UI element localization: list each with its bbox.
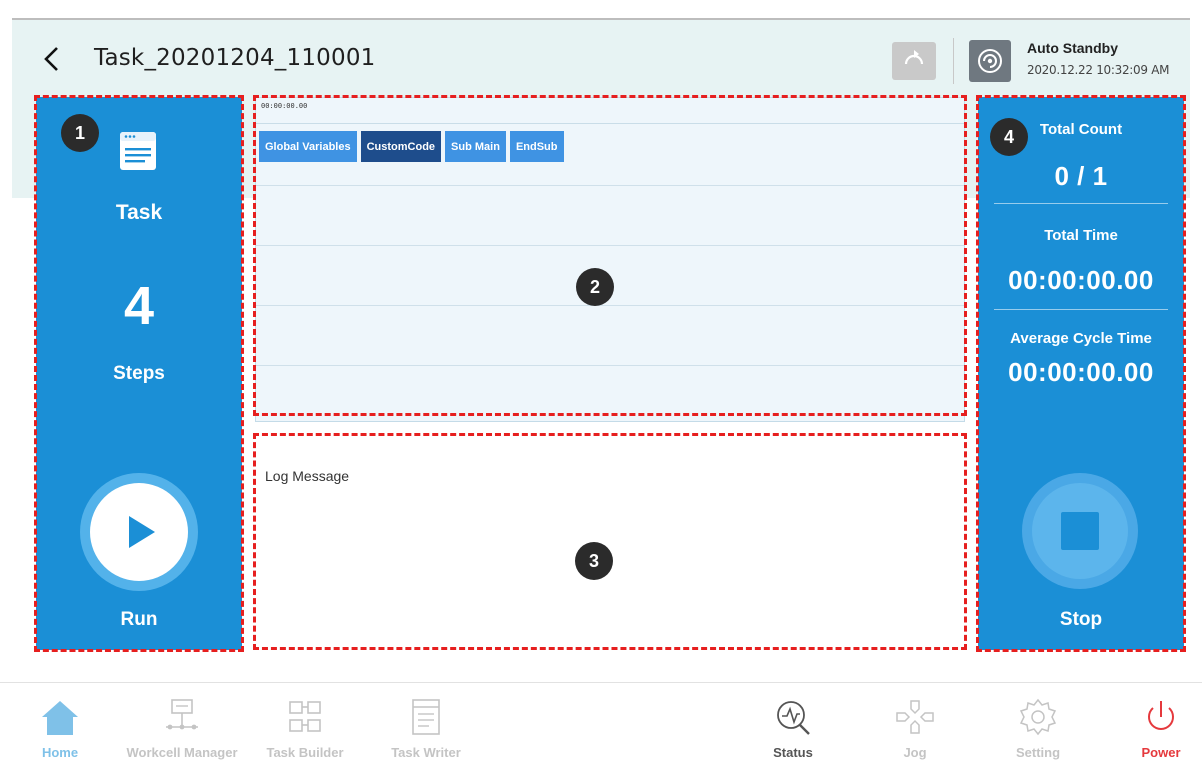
avg-cycle-label: Average Cycle Time — [1010, 330, 1152, 347]
stop-button[interactable] — [1022, 473, 1138, 589]
block-sub-main[interactable]: Sub Main — [445, 131, 506, 162]
run-button-face — [90, 483, 188, 581]
stop-label: Stop — [1059, 609, 1103, 630]
refresh-button[interactable] — [892, 42, 936, 80]
log-title: Log Message — [265, 468, 350, 484]
task-window-icon — [119, 131, 157, 171]
run-button[interactable] — [80, 473, 198, 591]
back-button[interactable] — [40, 44, 64, 74]
task-writer-icon — [412, 699, 440, 735]
callout-badge-1: 1 — [61, 114, 99, 152]
bottom-navigation: Home Workcell Manager Task Builder Task … — [0, 682, 1202, 764]
stop-icon — [1061, 512, 1099, 550]
run-label: Run — [120, 609, 158, 630]
gear-icon — [1019, 698, 1057, 736]
home-icon — [42, 701, 78, 735]
nav-setting-label: Setting — [1015, 745, 1061, 760]
steps-count: 4 — [123, 276, 155, 336]
stop-button-face — [1032, 483, 1128, 579]
nav-task-writer-label: Task Writer — [391, 745, 461, 760]
page-title: Task_20201204_110001 — [94, 45, 376, 71]
nav-power-label: Power — [1141, 745, 1181, 760]
nav-home-label: Home — [41, 745, 79, 760]
nav-setting[interactable]: Setting — [1008, 697, 1068, 760]
block-global-variables[interactable]: Global Variables — [259, 131, 357, 162]
status-icon — [777, 701, 810, 735]
timeline-ruler: 00:00:00.00 — [256, 98, 964, 124]
total-time-label: Total Time — [1044, 227, 1118, 244]
callout-badge-2: 2 — [576, 268, 614, 306]
nav-jog-label: Jog — [903, 745, 927, 760]
block-custom-code[interactable]: CustomCode — [360, 131, 442, 162]
mode-status-title: Auto Standby — [1027, 40, 1118, 56]
callout-badge-4: 4 — [990, 118, 1028, 156]
total-time-value: 00:00:00.00 — [1008, 265, 1154, 295]
stats-divider — [994, 309, 1168, 310]
task-info-panel: Task 4 Steps Run — [36, 97, 242, 650]
avg-cycle-value: 00:00:00.00 — [1008, 357, 1154, 387]
nav-power[interactable]: Power — [1136, 697, 1186, 760]
callout-badge-3: 3 — [575, 542, 613, 580]
nav-task-writer[interactable]: Task Writer — [384, 697, 468, 760]
play-icon — [129, 516, 155, 548]
block-end-sub[interactable]: EndSub — [509, 131, 564, 162]
nav-workcell-label: Workcell Manager — [126, 745, 238, 760]
total-count-value: 0 / 1 — [1054, 161, 1108, 191]
timeline-blocks: Global Variables CustomCode Sub Main End… — [259, 131, 564, 162]
task-label: Task — [115, 201, 163, 224]
chevron-left-icon — [44, 47, 58, 71]
jog-icon — [896, 700, 934, 734]
power-icon — [1148, 701, 1174, 730]
run-stats-panel: Total Count 0 / 1 Total Time 00:00:00.00… — [978, 97, 1184, 650]
task-builder-icon — [289, 701, 321, 732]
nav-jog[interactable]: Jog — [890, 697, 940, 760]
nav-status-label: Status — [773, 745, 813, 760]
timeline-row-divider — [256, 185, 964, 186]
header-divider — [953, 38, 954, 84]
timeline-time: 00:00:00.00 — [261, 102, 308, 110]
steps-label: Steps — [113, 363, 165, 384]
task-timeline[interactable]: 00:00:00.00 Global Variables CustomCode … — [255, 97, 965, 422]
nav-task-builder[interactable]: Task Builder — [258, 697, 352, 760]
robot-mode-icon — [969, 40, 1011, 82]
nav-task-builder-label: Task Builder — [266, 745, 344, 760]
timeline-row-divider — [256, 365, 964, 366]
timeline-row-divider — [256, 305, 964, 306]
stats-divider — [994, 203, 1168, 204]
log-panel[interactable]: Log Message — [255, 435, 965, 648]
workcell-icon — [166, 699, 198, 730]
nav-status[interactable]: Status — [762, 697, 824, 760]
timeline-row-divider — [256, 245, 964, 246]
mode-status-time: 2020.12.22 10:32:09 AM — [1027, 63, 1170, 77]
nav-home[interactable]: Home — [36, 697, 84, 760]
refresh-icon — [904, 50, 924, 65]
nav-workcell-manager[interactable]: Workcell Manager — [120, 697, 244, 760]
